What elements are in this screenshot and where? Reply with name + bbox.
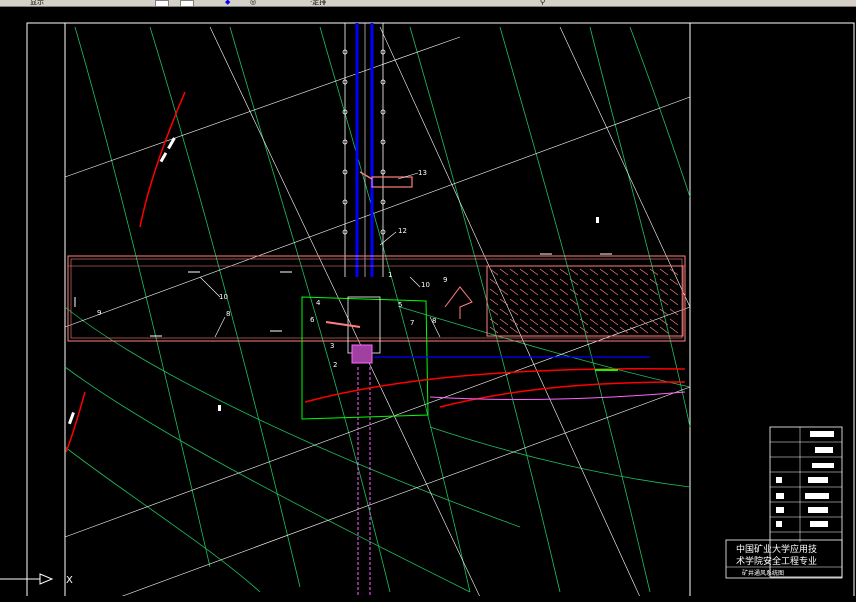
label-8-right: 8 bbox=[432, 317, 436, 325]
upper-station bbox=[359, 171, 413, 188]
leader-lines bbox=[199, 172, 441, 338]
drawing-name: 矿井通风系统图 bbox=[742, 569, 784, 577]
label-9-left: 9 bbox=[97, 309, 101, 317]
toolbar: 显示 ◆ ◎ ·定排 ⚲ bbox=[0, 0, 856, 7]
toolbar-left-label[interactable]: 显示 bbox=[30, 0, 44, 6]
title-block: 中国矿业大学应用技 术学院安全工程专业 矿井通风系统图 bbox=[725, 426, 843, 579]
cad-drawing: 13 12 10 10 9 9 8 8 7 6 5 4 3 2 1 中国矿业大学… bbox=[0, 22, 855, 598]
label-2: 2 bbox=[333, 361, 337, 369]
inner-frame bbox=[64, 22, 691, 598]
command-prompt[interactable]: X bbox=[66, 575, 73, 586]
label-8-left: 8 bbox=[226, 310, 230, 318]
ucs-icon bbox=[0, 573, 54, 585]
drawing-border bbox=[26, 22, 855, 598]
label-12: 12 bbox=[398, 227, 407, 235]
school-line-2: 术学院安全工程专业 bbox=[736, 555, 817, 567]
zoom-icon[interactable]: ⚲ bbox=[540, 0, 550, 6]
contour-lines bbox=[64, 26, 691, 593]
label-9-right: 9 bbox=[443, 276, 447, 284]
layer-icon[interactable] bbox=[155, 0, 169, 7]
status-bar bbox=[0, 596, 856, 602]
main-shaft bbox=[344, 23, 384, 277]
label-10-right: 10 bbox=[421, 281, 430, 289]
properties-icon[interactable]: ◎ bbox=[250, 0, 260, 6]
lower-shaft bbox=[357, 367, 371, 597]
toolbar-right-label[interactable]: ·定排 bbox=[310, 0, 326, 6]
label-4: 4 bbox=[316, 299, 321, 307]
main-roadway bbox=[67, 255, 686, 342]
redo-icon[interactable]: ◆ bbox=[225, 0, 235, 6]
school-line-1: 中国矿业大学应用技 bbox=[736, 543, 817, 555]
working-face bbox=[444, 286, 473, 319]
label-7: 7 bbox=[410, 319, 414, 327]
shaft-bottom-station bbox=[325, 296, 650, 364]
callout-numbers: 13 12 10 10 9 9 8 8 7 6 5 4 3 2 1 bbox=[97, 169, 447, 369]
grid-lines bbox=[64, 26, 691, 598]
label-6: 6 bbox=[310, 316, 315, 324]
airflow-arrows bbox=[68, 137, 599, 425]
label-3: 3 bbox=[330, 342, 334, 350]
label-13: 13 bbox=[418, 169, 427, 177]
drawing-canvas[interactable]: 13 12 10 10 9 9 8 8 7 6 5 4 3 2 1 中国矿业大学… bbox=[0, 7, 856, 602]
shaft-markers bbox=[342, 49, 386, 235]
label-10-left: 10 bbox=[219, 293, 228, 301]
label-1: 1 bbox=[388, 271, 392, 279]
label-5: 5 bbox=[398, 301, 402, 309]
magenta-curve bbox=[429, 391, 686, 400]
undo-icon[interactable] bbox=[180, 0, 194, 7]
